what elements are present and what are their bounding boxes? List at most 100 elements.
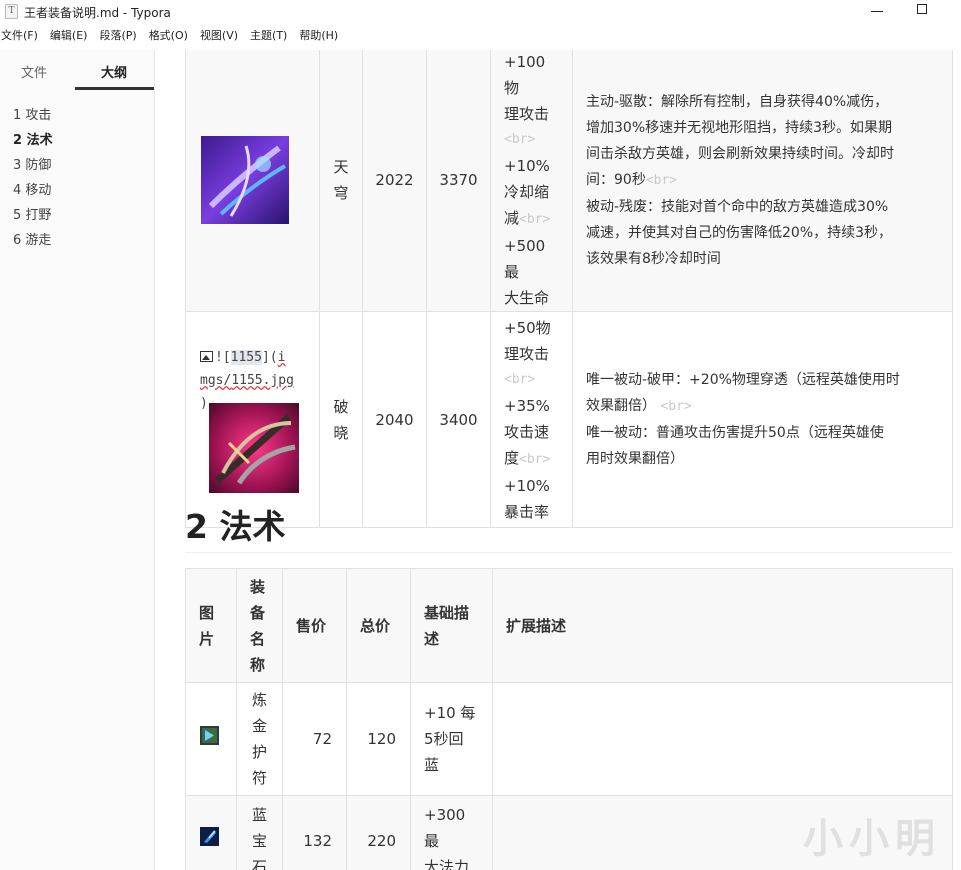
item-name-char: 石	[251, 857, 267, 870]
header-char: 名	[250, 629, 266, 648]
header-sell-price: 售价	[282, 568, 347, 683]
item-name-cell: 炼 金 护 符	[236, 682, 283, 796]
sell-price: 2040	[362, 311, 427, 528]
ext-desc-cell: 唯一被动-破甲：+20%物理穿透（远程英雄使用时 效果翻倍） <br> 唯一被动…	[572, 311, 953, 528]
attack-items-table: 天 穹 2022 3370 +100物 理攻击 <br> +10% 冷却缩 减<…	[185, 50, 953, 528]
base-line: +10%	[504, 476, 550, 495]
item-image-cell	[185, 682, 237, 796]
total-price: 3400	[426, 311, 491, 528]
typora-app-icon: T	[5, 4, 18, 19]
outline-list: 1 攻击 2 法术 3 防御 4 移动 5 打野 6 游走	[13, 106, 53, 256]
menu-theme[interactable]: 主题(T)	[249, 26, 293, 48]
minimize-icon[interactable]	[871, 11, 883, 12]
header-char: 装	[250, 577, 266, 596]
ext-line: 唯一被动-破甲：+20%物理穿透（远程英雄使用时	[586, 372, 900, 388]
ext-line: 效果翻倍） <br>	[586, 393, 939, 420]
header-image: 图 片	[185, 568, 237, 683]
menu-file[interactable]: 文件(F)	[0, 26, 44, 48]
menu-format[interactable]: 格式(O)	[148, 26, 194, 48]
ext-line: 被动-残废：技能对首个命中的敌方英雄造成30%	[586, 198, 889, 215]
outline-item-defense[interactable]: 3 防御	[13, 156, 53, 181]
total-price: 220	[346, 795, 411, 870]
base-desc-cell: +10 每 5秒回 蓝	[410, 682, 493, 796]
base-line: 大生命	[504, 289, 550, 307]
total-price: 120	[346, 682, 411, 796]
title-bar: T 王者装备说明.md - Typora	[0, 0, 961, 24]
header-base-desc: 基础描 述	[410, 568, 493, 683]
item-name-char: 破	[333, 397, 349, 416]
item-name-cell: 天 穹	[319, 50, 363, 312]
base-line: 理攻击	[504, 105, 550, 123]
base-line: 蓝	[424, 756, 440, 774]
sidebar-tabs: 文件 大纲	[0, 50, 154, 91]
editor-content[interactable]: 天 穹 2022 3370 +100物 理攻击 <br> +10% 冷却缩 减<…	[156, 50, 961, 870]
outline-item-jungle[interactable]: 5 打野	[13, 206, 53, 231]
watermark: 小小明	[803, 815, 941, 862]
menu-bar: 文件(F) 编辑(E) 段落(P) 格式(O) 视图(V) 主题(T) 帮助(H…	[0, 26, 961, 48]
base-line: 减<br>	[504, 209, 551, 227]
menu-help[interactable]: 帮助(H)	[298, 26, 344, 48]
maximize-icon[interactable]	[917, 4, 927, 14]
table-row: ![1155](i mgs/1155.jpg ) 破 晓 2040 3400 +…	[185, 311, 953, 528]
header-text: 述	[424, 629, 440, 648]
item-image-cell	[185, 795, 237, 870]
item-image-tianqiong	[201, 136, 289, 224]
header-name: 装 备 名 称	[236, 568, 283, 683]
header-char: 图	[199, 603, 215, 622]
br-tag: <br>	[519, 451, 551, 467]
outline-item-attack[interactable]: 1 攻击	[13, 106, 53, 131]
outline-item-movement[interactable]: 4 移动	[13, 181, 53, 206]
header-char: 备	[250, 603, 266, 622]
ext-text: 效果翻倍）	[586, 398, 656, 414]
outline-item-roam[interactable]: 6 游走	[13, 231, 53, 256]
ext-line: 用时效果翻倍）	[586, 451, 684, 467]
tab-files[interactable]: 文件	[21, 62, 47, 81]
item-name-char: 宝	[251, 831, 267, 850]
ext-line: 间：90秒<br>	[586, 167, 939, 194]
menu-edit[interactable]: 编辑(E)	[49, 26, 94, 48]
item-name-char: 穹	[333, 184, 349, 202]
base-line: +100物	[504, 53, 546, 97]
table-header-row: 图 片 装 备 名 称 售价 总价 基础描 述 扩展描述	[185, 568, 953, 683]
header-ext-desc: 扩展描述	[492, 568, 953, 683]
base-line: 5秒回	[424, 730, 464, 748]
header-text: 基础描	[424, 603, 470, 622]
base-line: 度<br>	[504, 448, 551, 467]
md-text: ![	[215, 350, 231, 365]
ext-line: 主动-驱散：解除所有控制，自身获得40%减伤，	[586, 93, 889, 110]
br-tag: <br>	[519, 212, 551, 227]
ext-desc-cell	[492, 682, 953, 796]
menu-view[interactable]: 视图(V)	[199, 26, 244, 48]
sell-price: 132	[282, 795, 347, 870]
image-icon	[200, 351, 213, 362]
item-name-char: 符	[251, 769, 267, 787]
tab-outline[interactable]: 大纲	[101, 62, 127, 81]
active-tab-indicator	[75, 87, 154, 90]
br-tag: <br>	[660, 399, 692, 414]
menu-paragraph[interactable]: 段落(P)	[98, 26, 142, 48]
item-image-alchemy-amulet	[200, 725, 219, 745]
ext-line: 唯一被动：普通攻击伤害提升50点（远程英雄使	[586, 425, 884, 441]
item-name-cell: 破 晓	[319, 311, 363, 528]
header-total-price: 总价	[346, 568, 411, 683]
base-desc-cell: +50物 理攻击 <br> +35% 攻击速 度<br> +10% 暴击率	[490, 311, 573, 528]
md-path: 1155.jpg	[231, 373, 294, 388]
md-text: )	[200, 396, 208, 411]
item-name-char: 晓	[333, 423, 349, 442]
item-name-char: 护	[251, 743, 267, 761]
ext-line: 间击杀敌方英雄，则会刷新效果持续时间。冷却时	[586, 145, 894, 162]
item-name-char: 天	[333, 158, 349, 176]
base-line: 理攻击	[504, 344, 550, 363]
base-desc-cell: +100物 理攻击 <br> +10% 冷却缩 减<br> +500最 大生命	[490, 50, 573, 312]
base-line: +10 每	[424, 704, 476, 722]
br-tag: <br>	[645, 172, 678, 188]
total-price: 3370	[426, 50, 491, 312]
outline-item-magic[interactable]: 2 法术	[13, 131, 53, 156]
sidebar: 文件 大纲 1 攻击 2 法术 3 防御 4 移动 5 打野 6 游走	[0, 50, 155, 870]
base-line: 攻击速	[504, 422, 550, 441]
base-desc-cell: +300最 大法力	[410, 795, 493, 870]
window-title: 王者装备说明.md - Typora	[24, 6, 171, 20]
ext-line: 该效果有8秒冷却时间	[586, 250, 721, 267]
base-line: +10%	[504, 157, 550, 175]
base-line: +35%	[504, 396, 550, 415]
